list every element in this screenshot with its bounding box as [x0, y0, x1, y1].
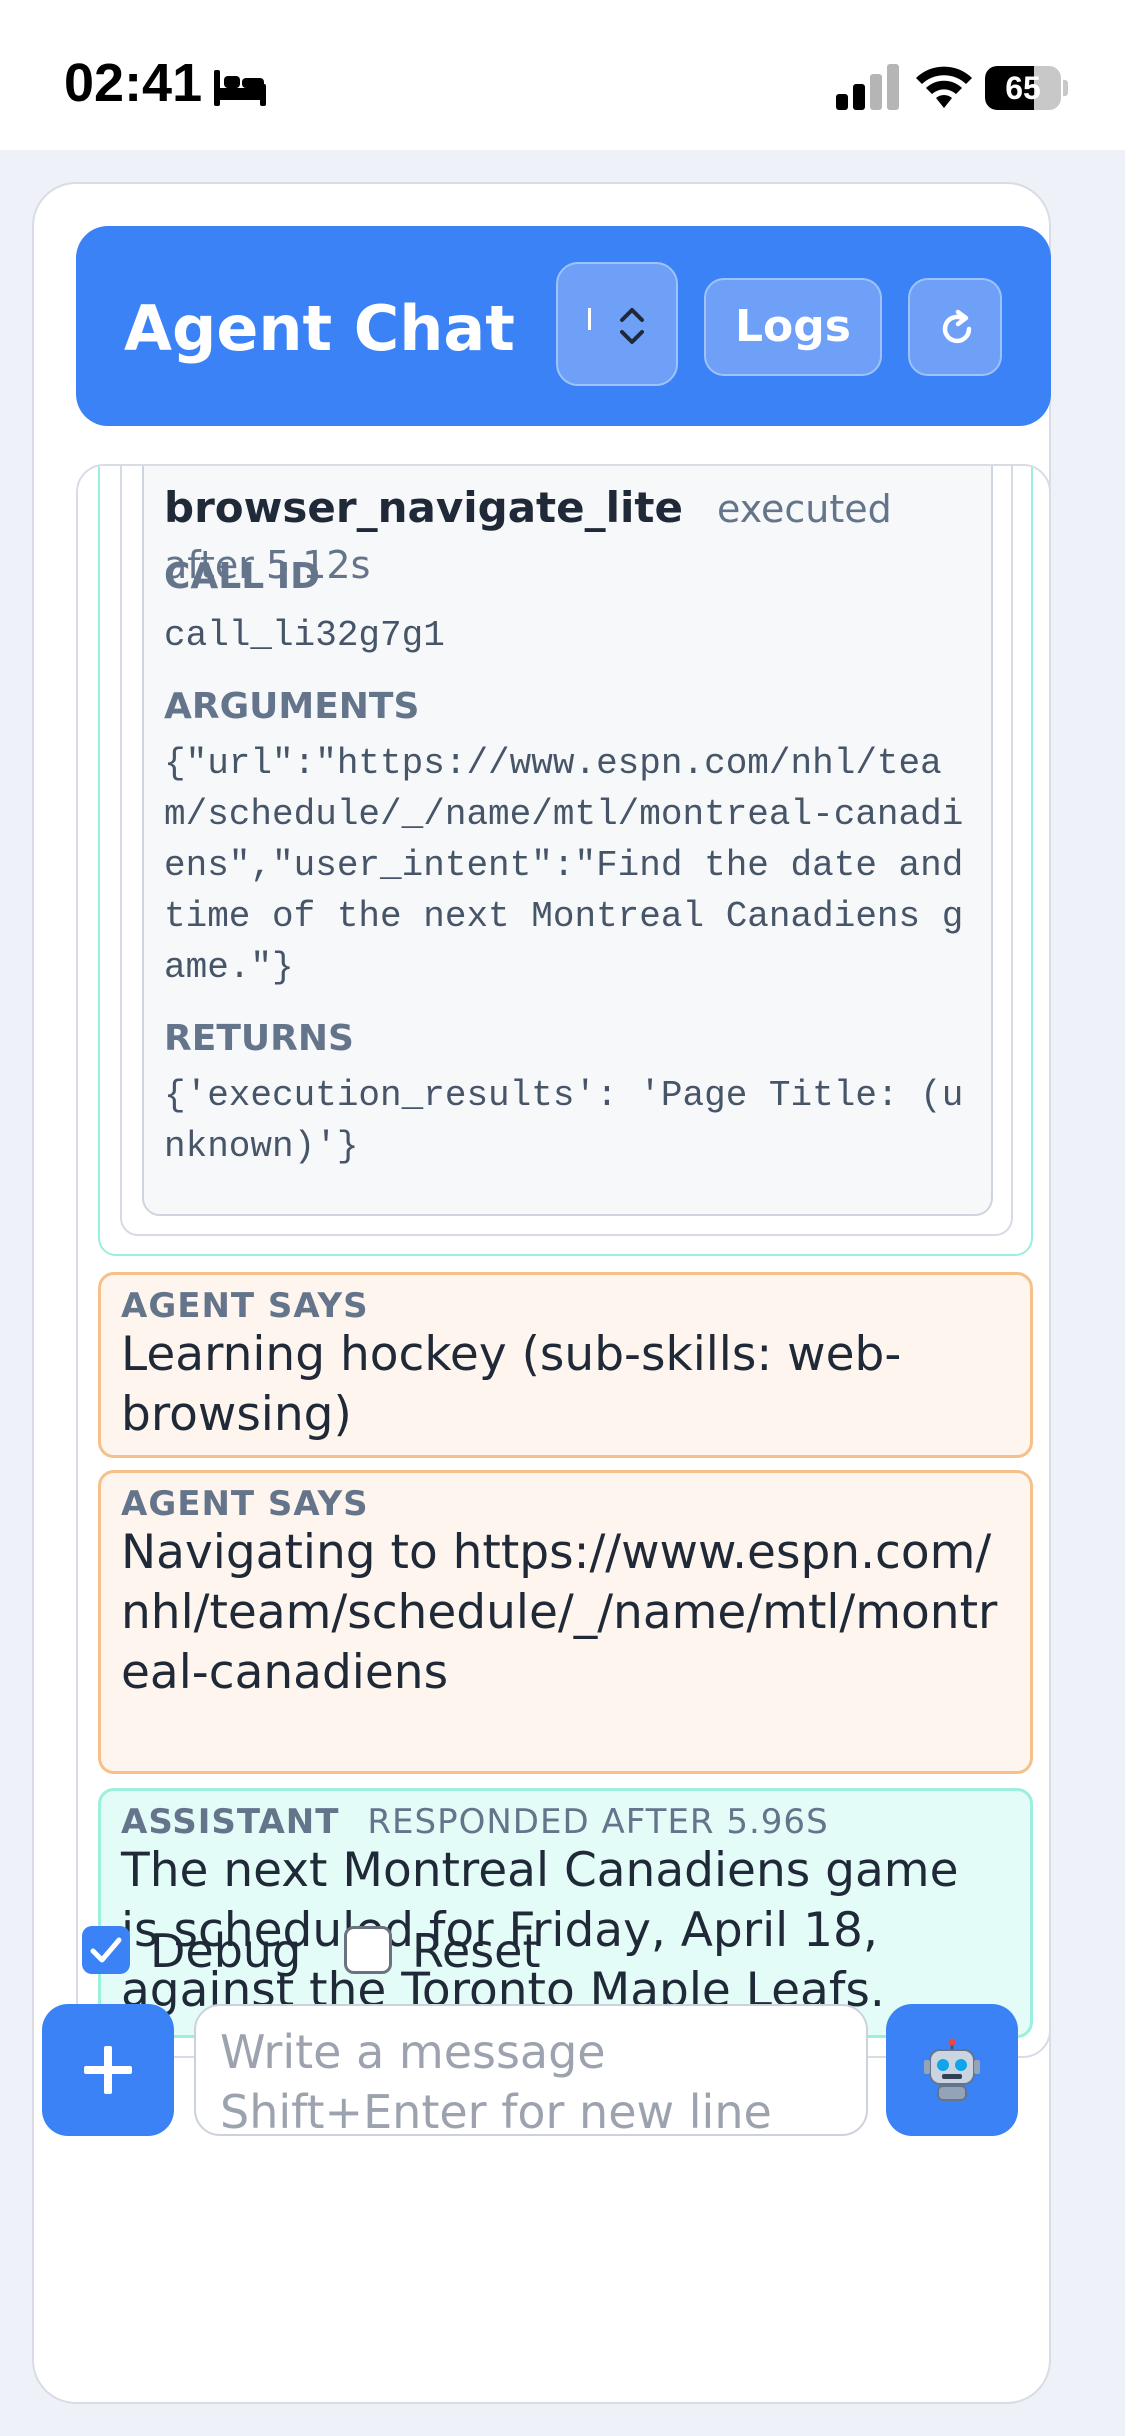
logs-button[interactable]: Logs — [704, 278, 882, 376]
message-role: AGENT SAYS — [121, 1286, 369, 1326]
options-row: Debug Reset — [48, 1920, 948, 1980]
message-header: ASSISTANT RESPONDED AFTER 5.96S — [121, 1803, 1010, 1841]
arguments-label: ARGUMENTS — [164, 686, 420, 727]
debug-checkbox[interactable] — [82, 1926, 130, 1974]
robot-icon — [924, 2038, 980, 2101]
assistant-message: ASSISTANT RESPONDED AFTER 5.96S The next … — [98, 1788, 1033, 2038]
wifi-icon — [916, 66, 972, 108]
message-input[interactable] — [194, 2004, 868, 2136]
response-time: RESPONDED AFTER 5.96S — [367, 1802, 829, 1842]
arguments-value: {"url":"https://www.espn.com/nhl/team/sc… — [164, 743, 964, 988]
tool-name: browser_navigate_lite — [164, 483, 683, 532]
call-id-value: call_li32g7g1 — [164, 615, 445, 656]
checkmark-icon — [90, 1937, 122, 1963]
chat-messages[interactable]: browser_navigate_lite executed after 5.12… — [76, 464, 1051, 2058]
call-id-label: CALL ID — [164, 556, 320, 597]
reset-label: Reset — [412, 1924, 541, 1978]
chevron-updown-icon — [620, 308, 644, 344]
tool-call-wrapper: browser_navigate_lite executed after 5.12… — [120, 466, 1013, 1236]
agent-message: AGENT SAYS Navigating to https://www.esp… — [98, 1470, 1033, 1774]
returns-label: RETURNS — [164, 1018, 354, 1059]
message-role: ASSISTANT — [121, 1802, 340, 1842]
tool-call-card: browser_navigate_lite executed after 5.12… — [142, 466, 993, 1216]
message-text: Navigating to https://www.espn.com/nhl/t… — [121, 1525, 998, 1700]
model-select[interactable] — [556, 262, 678, 386]
agent-message: AGENT SAYS Learning hockey (sub-skills: … — [98, 1272, 1033, 1458]
returns-value: {'execution_results': 'Page Title: (unkn… — [164, 1075, 964, 1167]
status-time: 02:41 — [64, 53, 203, 113]
plus-icon — [84, 2046, 132, 2094]
refresh-icon — [942, 309, 972, 344]
header: Agent Chat Logs — [76, 226, 1051, 426]
status-bar: 02:41 65 — [0, 0, 1125, 150]
send-button[interactable] — [886, 2004, 1018, 2136]
message-role: AGENT SAYS — [121, 1484, 369, 1524]
debug-label: Debug — [150, 1924, 302, 1978]
tool-call-group: browser_navigate_lite executed after 5.12… — [98, 466, 1033, 1256]
refresh-button[interactable] — [908, 278, 1002, 376]
page-title: Agent Chat — [124, 292, 515, 365]
battery-icon: 65 — [985, 66, 1068, 110]
add-button[interactable] — [42, 2004, 174, 2136]
bed-icon — [214, 70, 266, 106]
signal-icon — [836, 64, 899, 110]
message-text: Learning hockey (sub-skills: web-browsin… — [121, 1327, 902, 1442]
reset-checkbox[interactable] — [344, 1926, 392, 1974]
